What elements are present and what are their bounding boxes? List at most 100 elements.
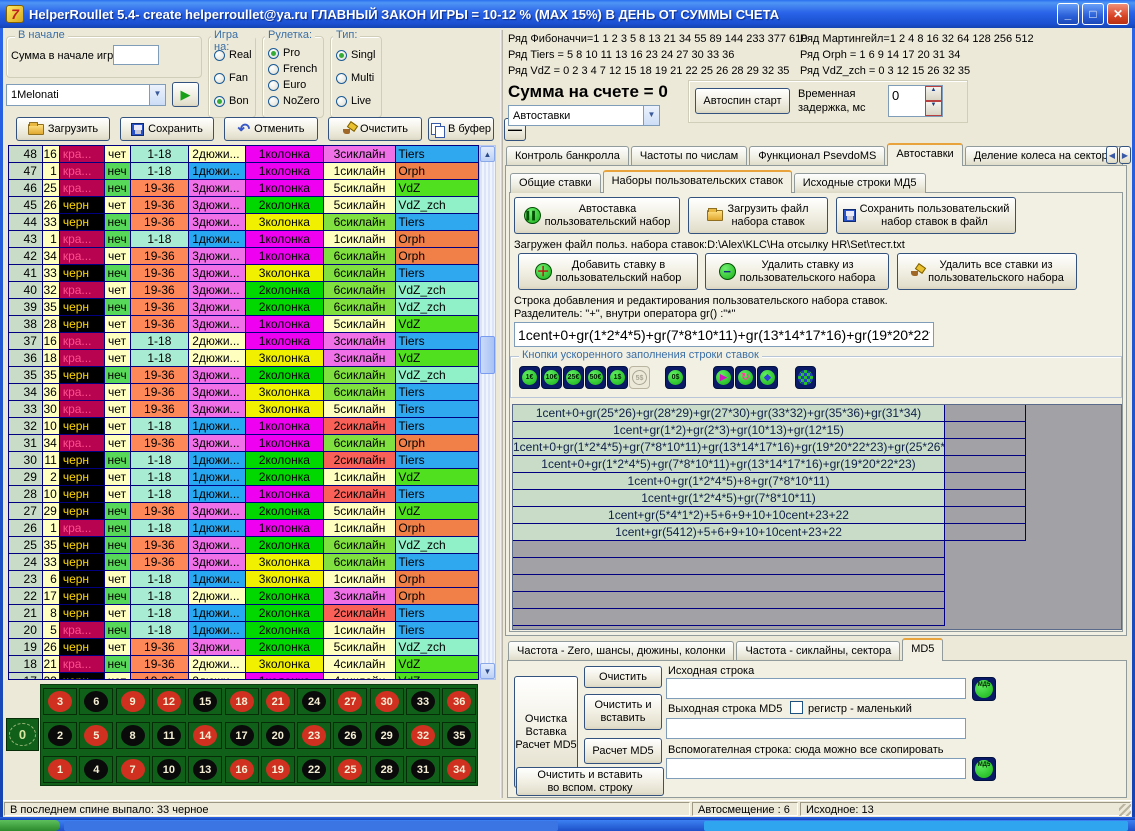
scroll-down-icon[interactable]: ▼: [480, 663, 495, 679]
tab-2[interactable]: Функционал PsevdoMS: [749, 146, 885, 166]
md5-output-input[interactable]: [666, 718, 966, 739]
roulette-cell-27[interactable]: 27: [333, 688, 367, 715]
roulette-cell-32[interactable]: 32: [406, 722, 440, 749]
roulette-cell-30[interactable]: 30: [370, 688, 404, 715]
roulette-cell-26[interactable]: 26: [333, 722, 367, 749]
roulette-cell-11[interactable]: 11: [152, 722, 186, 749]
roulette-cell-23[interactable]: 23: [297, 722, 331, 749]
history-row[interactable]: 4133черннеч19-363дюжи...3колонка6сиклайн…: [9, 265, 478, 282]
history-scrollbar[interactable]: ▲ ▼: [479, 145, 496, 680]
history-row[interactable]: 1821кра...неч19-362дюжи...3колонка4сикла…: [9, 656, 478, 673]
paint-fill-button[interactable]: ◆: [757, 366, 778, 389]
roulette-cell-18[interactable]: 18: [225, 688, 259, 715]
bet-list-item[interactable]: 1cent+0+gr(25*26)+gr(28*29)+gr(27*30)+gr…: [513, 405, 1121, 422]
history-table[interactable]: 4816кра...чет1-182дюжи...1колонка3сиклай…: [8, 145, 479, 680]
tab-4[interactable]: Деление колеса на сектора: [965, 146, 1123, 166]
history-row[interactable]: 431кра...неч1-181дюжи...1колонка1сиклайн…: [9, 231, 478, 248]
roulette-cell-12[interactable]: 12: [152, 688, 186, 715]
remove-all-bets-button[interactable]: Удалить все ставки из пользовательского …: [897, 253, 1077, 290]
history-row[interactable]: 4526чернчет19-363дюжи...2колонка5сиклайн…: [9, 197, 478, 214]
roulette-cell-31[interactable]: 31: [406, 756, 440, 783]
history-row[interactable]: 3828чернчет19-363дюжи...1колонка5сиклайн…: [9, 316, 478, 333]
taskbar-button[interactable]: [64, 821, 558, 831]
toolbar-undo-button[interactable]: ↶ Отменить: [224, 117, 318, 141]
bet-list-item[interactable]: 1cent+gr(1*2)+gr(2*3)+gr(10*13)+gr(12*15…: [513, 422, 1121, 439]
tab-2[interactable]: Исходные строки МД5: [794, 173, 926, 193]
coin-0usd-button[interactable]: 0$: [665, 366, 686, 389]
coin-button-25€[interactable]: 25€: [563, 366, 584, 389]
toolbar-copy-button[interactable]: В буфер: [428, 117, 494, 141]
history-row[interactable]: 1722чернчет19-362дюжи...1колонка4сиклайн…: [9, 673, 478, 680]
refresh-fill-button[interactable]: ↻: [735, 366, 756, 389]
radio-Singl[interactable]: Singl: [336, 49, 375, 61]
bet-list-item[interactable]: 1cent+gr(5412)+5+6+9+10+10cent+23+22: [513, 524, 1121, 541]
roulette-cell-8[interactable]: 8: [116, 722, 150, 749]
save-set-file-button[interactable]: Сохранить пользовательский набор ставок …: [836, 197, 1016, 234]
toolbar-clear-button[interactable]: Очистить: [328, 117, 422, 141]
roulette-cell-2[interactable]: 2: [43, 722, 77, 749]
tab-1[interactable]: Наборы пользовательских ставок: [603, 170, 792, 193]
history-row[interactable]: 2729черннеч19-363дюжи...2колонка5сиклайн…: [9, 503, 478, 520]
roulette-cell-36[interactable]: 36: [442, 688, 476, 715]
bet-string-input[interactable]: [514, 322, 934, 347]
scroll-thumb[interactable]: [480, 336, 495, 374]
roulette-cell-20[interactable]: 20: [261, 722, 295, 749]
md5-aux-input[interactable]: [666, 758, 966, 779]
resize-grip[interactable]: [1119, 804, 1131, 816]
roulette-cell-4[interactable]: 4: [79, 756, 113, 783]
history-row[interactable]: 2810чернчет1-181дюжи...1колонка2сиклайнT…: [9, 486, 478, 503]
history-row[interactable]: 3618кра...чет1-182дюжи...3колонка3сиклай…: [9, 350, 478, 367]
md5-calc-button[interactable]: Расчет MD5: [584, 738, 662, 764]
md5-source-input[interactable]: [666, 678, 966, 699]
load-set-file-button[interactable]: Загрузить файл набора ставок: [688, 197, 828, 234]
chevron-down-icon[interactable]: ▼: [643, 106, 659, 125]
add-bet-button[interactable]: ＋ Добавить ставку в пользовательский наб…: [518, 253, 698, 290]
roulette-cell-6[interactable]: 6: [79, 688, 113, 715]
history-row[interactable]: 3535черннеч19-363дюжи...2колонка6сиклайн…: [9, 367, 478, 384]
history-row[interactable]: 2433черннеч19-363дюжи...3колонка6сиклайн…: [9, 554, 478, 571]
tab-3[interactable]: Автоставки: [887, 143, 962, 166]
autobet-user-set-button[interactable]: ▌▌ Автоставка пользовательский набор: [514, 197, 680, 234]
sum-start-input[interactable]: [113, 45, 159, 65]
radio-Euro[interactable]: Euro: [268, 79, 320, 91]
roulette-cell-21[interactable]: 21: [261, 688, 295, 715]
roulette-cell-29[interactable]: 29: [370, 722, 404, 749]
delay-spinner[interactable]: 0 ▲ ▼: [888, 85, 943, 117]
tab-0[interactable]: Контроль банкролла: [506, 146, 629, 166]
history-row[interactable]: 3436кра...чет19-363дюжи...3колонка6сикла…: [9, 384, 478, 401]
bet-list[interactable]: 1cent+0+gr(25*26)+gr(28*29)+gr(27*30)+gr…: [512, 404, 1122, 630]
tab-2[interactable]: MD5: [902, 638, 943, 661]
history-row[interactable]: 2535черннеч19-363дюжи...2колонка6сиклайн…: [9, 537, 478, 554]
bet-list-item[interactable]: 1cent+0+gr(1*2*4*5)+8+gr(7*8*10*11): [513, 473, 1121, 490]
md5-clear-paste-aux-button[interactable]: Очистить и вставить во вспом. строку: [516, 767, 664, 796]
spinner-up-button[interactable]: ▲: [925, 86, 942, 101]
roulette-cell-16[interactable]: 16: [225, 756, 259, 783]
md5-clear-button[interactable]: Очистить: [584, 666, 662, 688]
pattern-fill-button[interactable]: [795, 366, 816, 389]
roulette-cell-22[interactable]: 22: [297, 756, 331, 783]
md5-clear-and-paste-button[interactable]: Очистить и вставить: [584, 694, 662, 730]
bet-list-item[interactable]: 1cent+0+gr(1*2*4*5)+gr(7*8*10*11)+gr(13*…: [513, 439, 1121, 456]
roulette-cell-3[interactable]: 3: [43, 688, 77, 715]
scroll-up-icon[interactable]: ▲: [480, 146, 495, 162]
history-row[interactable]: 3011черннеч1-181дюжи...2колонка2сиклайнT…: [9, 452, 478, 469]
minimize-button[interactable]: _: [1057, 3, 1079, 25]
radio-NoZero[interactable]: NoZero: [268, 95, 320, 107]
roulette-cell-15[interactable]: 15: [188, 688, 222, 715]
history-row[interactable]: 1926чернчет19-363дюжи...2колонка5сиклайн…: [9, 639, 478, 656]
roulette-cell-5[interactable]: 5: [79, 722, 113, 749]
bet-list-item[interactable]: 1cent+gr(5*4*1*2)+5+6+9+10+10cent+23+22: [513, 507, 1121, 524]
roulette-cell-1[interactable]: 1: [43, 756, 77, 783]
history-row[interactable]: 3210чернчет1-181дюжи...1колонка2сиклайнT…: [9, 418, 478, 435]
mode-combo[interactable]: Автоставки ▼: [508, 105, 660, 126]
radio-Bon[interactable]: Bon: [214, 95, 252, 107]
md5-calc-aux-button[interactable]: МД5: [972, 757, 996, 781]
tab-0[interactable]: Общие ставки: [510, 173, 601, 193]
history-row[interactable]: 3330кра...чет19-363дюжи...3колонка5сикла…: [9, 401, 478, 418]
roulette-cell-14[interactable]: 14: [188, 722, 222, 749]
roulette-cell-10[interactable]: 10: [152, 756, 186, 783]
coin-button-50€[interactable]: 50€: [585, 366, 606, 389]
history-row[interactable]: 218чернчет1-181дюжи...2колонка2сиклайнTi…: [9, 605, 478, 622]
lowercase-checkbox[interactable]: [790, 701, 803, 714]
toolbar-load-button[interactable]: Загрузить: [16, 117, 110, 141]
